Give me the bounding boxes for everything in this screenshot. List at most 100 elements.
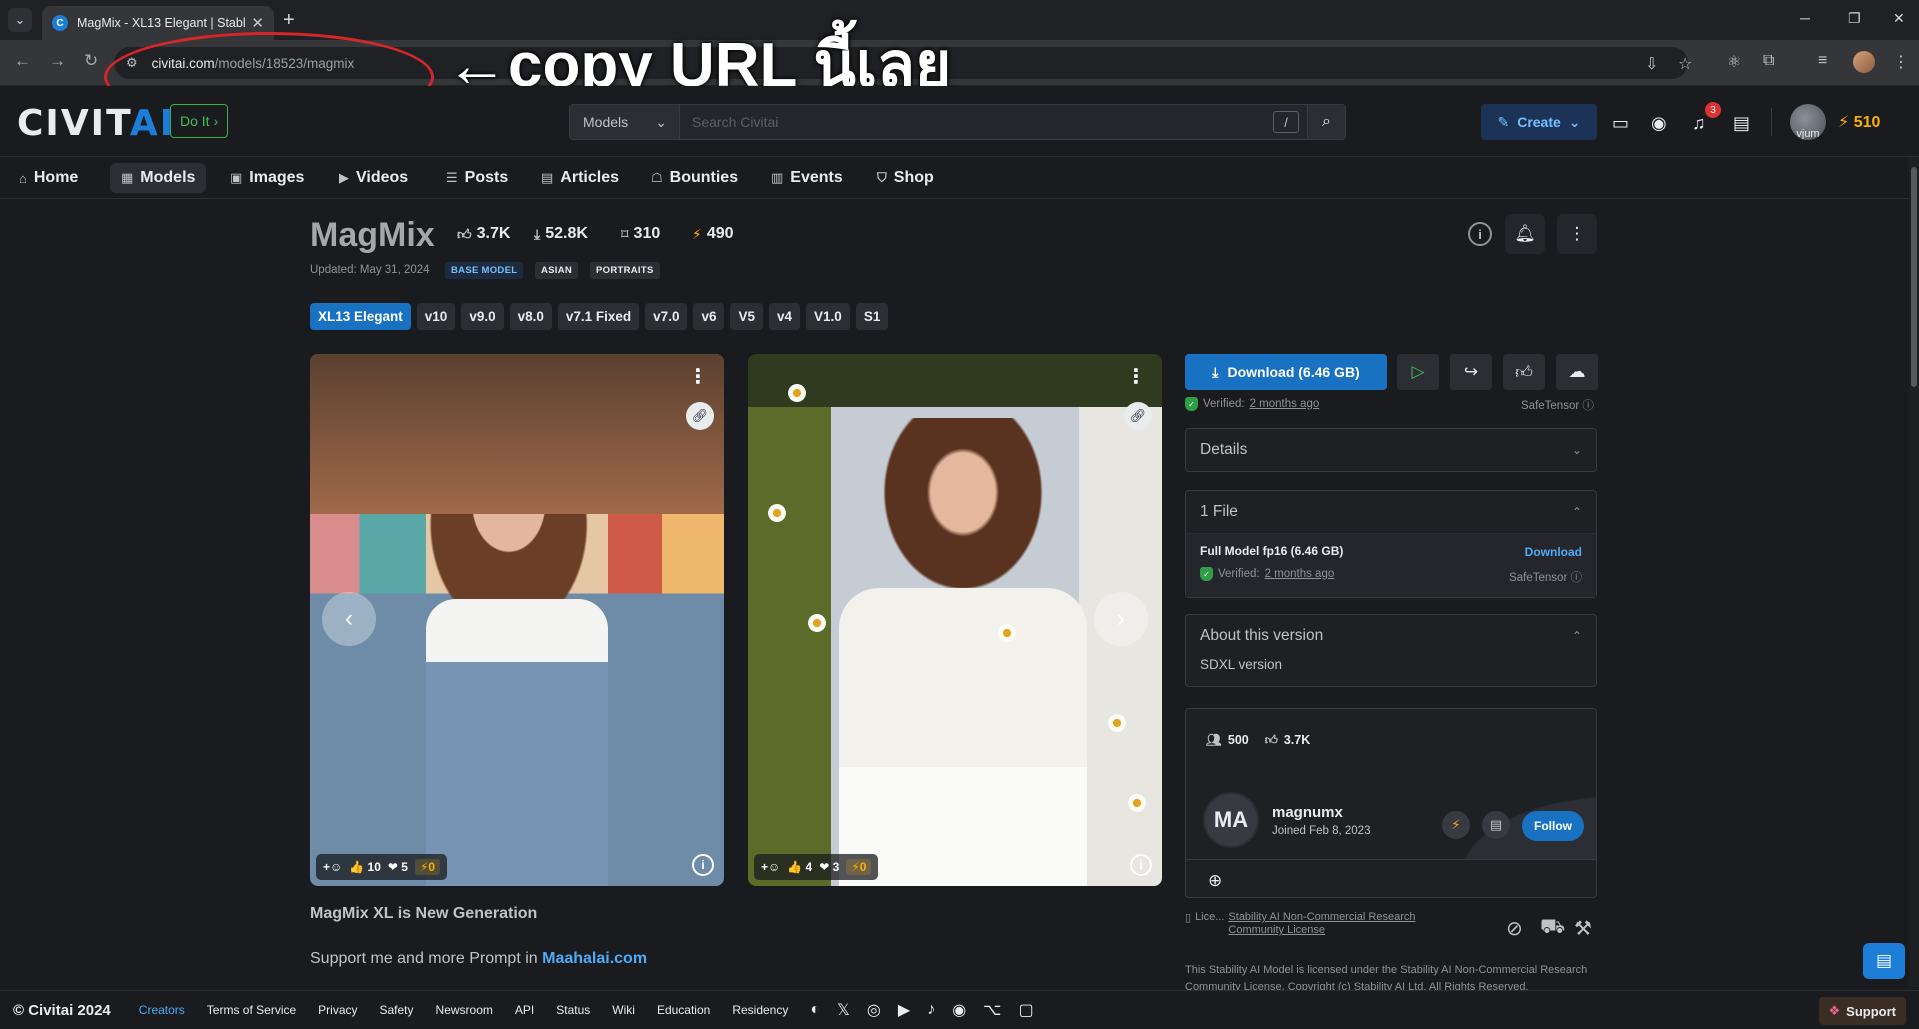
user-avatar[interactable]: vjum	[1790, 104, 1826, 140]
nav-events[interactable]: ▥ Events	[760, 163, 854, 193]
details-accordion[interactable]: Details ⌄	[1185, 428, 1597, 472]
scroll-thumb[interactable]	[1911, 167, 1917, 387]
version-tab-v5[interactable]: V5	[730, 303, 763, 330]
site-info-icon[interactable]: ⚙	[126, 55, 138, 71]
footer-link-terms[interactable]: Terms of Service	[207, 1003, 296, 1017]
cloud-icon[interactable]: ☁	[1556, 354, 1598, 390]
extensions-icon[interactable]: ⧉	[1763, 52, 1774, 70]
footer-link-api[interactable]: API	[515, 1003, 534, 1017]
version-tab-v7[interactable]: v7.0	[645, 303, 688, 330]
tip-buzz-icon[interactable]: ⚡	[1442, 811, 1470, 839]
footer-link-residency[interactable]: Residency	[732, 1003, 788, 1017]
create-button[interactable]: ✎ Create ⌄	[1481, 104, 1597, 140]
version-tab-xl13[interactable]: XL13 Elegant	[310, 303, 411, 330]
nav-videos[interactable]: ▶ Videos	[328, 163, 419, 193]
star-icon[interactable]: ☆	[1678, 54, 1692, 74]
share-icon[interactable]: ↪	[1450, 354, 1492, 390]
youtube-icon[interactable]: ▶	[898, 1000, 910, 1020]
footer-link-creators[interactable]: Creators	[139, 1003, 185, 1017]
react-devtools-icon[interactable]: ⚛	[1727, 52, 1741, 72]
version-tab-v9[interactable]: v9.0	[461, 303, 504, 330]
link-icon[interactable]: 🔗︎	[1124, 402, 1152, 430]
install-icon[interactable]: ⇩	[1645, 54, 1658, 74]
tag-asian[interactable]: ASIAN	[535, 262, 579, 279]
creator-name[interactable]: magnumx	[1272, 804, 1343, 821]
download-button[interactable]: ⤓ Download (6.46 GB)	[1185, 354, 1387, 390]
file-download-link[interactable]: Download	[1525, 545, 1582, 559]
nav-models[interactable]: ▦ Models	[110, 163, 207, 193]
license-link[interactable]: Stability AI Non-Commercial Research Com…	[1228, 911, 1448, 937]
discord-icon[interactable]: ◐	[810, 1001, 820, 1019]
version-tab-v8[interactable]: v8.0	[509, 303, 552, 330]
message-icon[interactable]: ▤	[1482, 811, 1510, 839]
buzz-balance[interactable]: ⚡ 510	[1838, 112, 1880, 132]
profile-icon[interactable]	[1853, 51, 1875, 73]
verified-when[interactable]: 2 months ago	[1250, 398, 1320, 410]
globe-icon[interactable]: ⊕	[1208, 871, 1222, 891]
nav-articles[interactable]: ▤ Articles	[530, 163, 630, 193]
nav-shop[interactable]: ⛉ Shop	[866, 163, 945, 193]
version-tab-s1[interactable]: S1	[855, 303, 889, 330]
add-reaction-icon[interactable]: +☺	[761, 860, 780, 874]
version-tab-v4[interactable]: v4	[769, 303, 801, 330]
carousel-next-icon[interactable]: ›	[1094, 592, 1148, 646]
nav-home[interactable]: ⌂ Home	[8, 163, 89, 193]
follow-button[interactable]: Follow	[1522, 811, 1584, 841]
twitch-icon[interactable]: ▢	[1019, 1000, 1034, 1020]
footer-link-education[interactable]: Education	[657, 1003, 710, 1017]
buzz-reaction[interactable]: ⚡0	[846, 859, 872, 875]
menu-icon[interactable]: ⋮	[1893, 52, 1909, 72]
carousel-prev-icon[interactable]: ‹	[322, 592, 376, 646]
nav-bounties[interactable]: ☖ Bounties	[640, 163, 749, 193]
nav-posts[interactable]: ☰ Posts	[435, 163, 519, 193]
reload-icon[interactable]: ↻	[84, 51, 98, 71]
support-button[interactable]: ❖ Support	[1818, 997, 1906, 1025]
like-icon[interactable]: 👍︎	[1503, 354, 1545, 390]
tab-close-icon[interactable]: ✕	[251, 14, 264, 32]
image-info-icon[interactable]: i	[1130, 854, 1152, 876]
page-scrollbar[interactable]	[1909, 157, 1919, 987]
do-it-button[interactable]: Do It ›	[170, 104, 229, 138]
file-verified-when[interactable]: 2 months ago	[1265, 568, 1335, 580]
footer-link-status[interactable]: Status	[556, 1003, 590, 1017]
image-options-icon[interactable]: ⋮	[1126, 364, 1146, 389]
version-tab-v1[interactable]: V1.0	[806, 303, 850, 330]
version-tab-v6[interactable]: v6	[693, 303, 725, 330]
tag-portraits[interactable]: PORTRAITS	[590, 262, 660, 279]
more-options-icon[interactable]: ⋮	[1557, 214, 1597, 254]
about-header[interactable]: About this version ⌃	[1186, 615, 1596, 657]
image-info-icon[interactable]: i	[692, 854, 714, 876]
github-icon[interactable]: ⌥	[983, 1000, 1001, 1020]
heart-reaction[interactable]: ❤ 5	[388, 860, 408, 874]
restore-icon[interactable]: ❐	[1848, 10, 1861, 27]
footer-link-wiki[interactable]: Wiki	[612, 1003, 635, 1017]
run-play-icon[interactable]: ▷	[1397, 354, 1439, 390]
files-header[interactable]: 1 File ⌃	[1186, 491, 1596, 533]
browser-tab[interactable]: C MagMix - XL13 Elegant | Stable ✕	[42, 6, 274, 40]
eye-icon[interactable]: ◉	[1651, 113, 1667, 134]
civitai-logo[interactable]: CIVITAI	[17, 103, 175, 144]
heart-reaction[interactable]: ❤ 3	[819, 860, 839, 874]
monitor-icon[interactable]: ▭	[1612, 113, 1629, 134]
minimize-icon[interactable]: ─	[1800, 10, 1810, 26]
like-reaction[interactable]: 👍 4	[787, 860, 812, 874]
version-tab-v71[interactable]: v7.1 Fixed	[557, 303, 640, 330]
link-icon[interactable]: 🔗︎	[686, 402, 714, 430]
forward-icon[interactable]: →	[49, 51, 66, 71]
image-options-icon[interactable]: ⋮	[688, 364, 708, 389]
close-window-icon[interactable]: ✕	[1893, 10, 1905, 27]
info-icon[interactable]: i	[1468, 222, 1492, 246]
instagram-icon[interactable]: ◎	[867, 1000, 881, 1020]
tiktok-icon[interactable]: ♪	[927, 1001, 935, 1019]
reddit-icon[interactable]: ◉	[952, 1000, 966, 1020]
like-reaction[interactable]: 👍 10	[349, 860, 381, 874]
chat-icon[interactable]: ▤	[1733, 113, 1750, 134]
buzz-reaction[interactable]: ⚡0	[414, 859, 441, 875]
footer-link-newsroom[interactable]: Newsroom	[436, 1003, 493, 1017]
add-reaction-icon[interactable]: +☺	[323, 860, 342, 874]
search-icon[interactable]: ⌕	[1307, 105, 1345, 139]
search-input[interactable]	[680, 105, 1273, 139]
chat-fab-icon[interactable]: ▤	[1863, 943, 1905, 979]
nav-images[interactable]: ▣ Images	[219, 163, 315, 193]
x-icon[interactable]: 𝕏	[837, 1000, 850, 1020]
